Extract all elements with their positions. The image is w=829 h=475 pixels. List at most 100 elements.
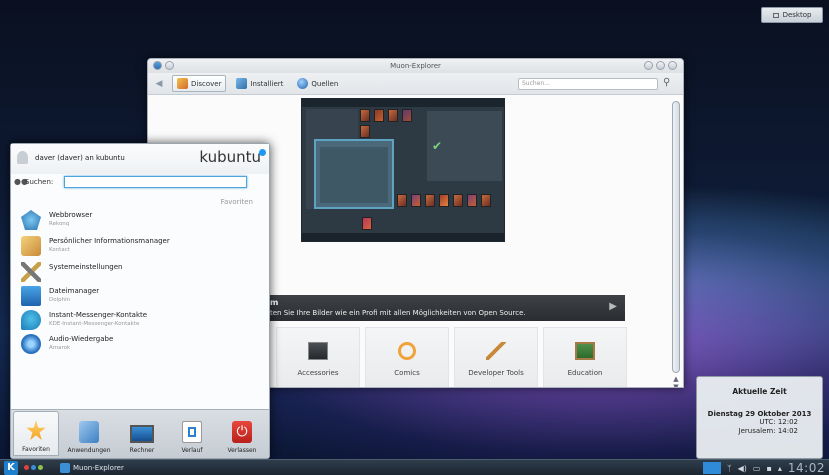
window-menu-icon[interactable] — [153, 61, 162, 70]
close-button[interactable] — [668, 61, 677, 70]
favorite-audio[interactable]: Audio-Wiedergabe Amarok — [21, 332, 261, 358]
history-icon — [182, 421, 202, 443]
category-label: Accessories — [297, 368, 339, 377]
favorite-pim[interactable]: Persönlicher Informationsmanager Kontact — [21, 234, 261, 260]
installed-button[interactable]: Installiert — [232, 76, 287, 91]
battery-icon[interactable]: ▭ — [753, 464, 761, 473]
item-title: Webbrowser — [49, 211, 93, 219]
tab-label: Verlassen — [227, 447, 257, 454]
desktop-button-label: Desktop — [782, 11, 812, 19]
taskbar-clock[interactable]: 14:02 — [788, 461, 825, 475]
minimize-button[interactable] — [644, 61, 653, 70]
developer-tools-icon — [486, 341, 506, 360]
item-title: Systemeinstellungen — [49, 263, 123, 271]
webbrowser-icon — [21, 210, 41, 230]
scrollbar-thumb[interactable] — [672, 101, 680, 373]
kubuntu-logo-icon — [259, 149, 266, 156]
banner-title: m — [270, 298, 279, 307]
sources-button[interactable]: Quellen — [293, 76, 342, 91]
applications-icon — [79, 421, 99, 443]
vertical-scrollbar[interactable]: ▲ ▼ — [671, 97, 681, 387]
tab-leave[interactable]: ⏻ Verlassen — [219, 411, 265, 456]
clock-jerusalem: Jerusalem: 14:02 — [738, 427, 798, 435]
maximize-button[interactable] — [656, 61, 665, 70]
kickoff-header: daver (daver) an kubuntu kubuntu — [11, 144, 269, 174]
installed-icon — [236, 78, 248, 89]
clock-popup: Aktuelle Zeit Dienstag 29 Oktober 2013 U… — [696, 376, 823, 459]
pin-icon[interactable] — [165, 61, 174, 70]
favorite-filemanager[interactable]: Dateimanager Dolphin — [21, 284, 261, 310]
tab-history[interactable]: Verlauf — [169, 411, 215, 456]
tab-favorites[interactable]: Favoriten — [13, 411, 59, 456]
system-tray: ᛉ ◀) ▭ ▪ ▴ 14:02 — [702, 460, 825, 475]
activities-icon[interactable] — [24, 465, 43, 470]
category-comics[interactable]: Comics — [365, 327, 449, 387]
favorite-messenger[interactable]: Instant-Messenger-Kontakte KDE-Instant-M… — [21, 308, 261, 334]
tab-label: Favoriten — [22, 446, 50, 453]
category-developer-tools[interactable]: Developer Tools — [454, 327, 538, 387]
sources-label: Quellen — [311, 79, 339, 88]
banner-next-icon[interactable]: ▶ — [609, 301, 617, 312]
scroll-up-icon[interactable]: ▲ — [671, 375, 681, 383]
discover-label: Discover — [191, 79, 222, 88]
kde-launcher-icon[interactable]: K — [4, 461, 18, 475]
tray-arrow-icon[interactable]: ▴ — [778, 464, 782, 473]
clipboard-icon[interactable]: ▪ — [766, 464, 771, 473]
muon-search-input[interactable]: Suchen... — [518, 78, 658, 90]
tab-applications[interactable]: Anwendungen — [63, 411, 115, 456]
category-label: Developer Tools — [468, 368, 524, 377]
featured-banner[interactable]: m ten Sie Ihre Bilder wie ein Profi mit … — [265, 295, 625, 321]
banner-text: ten Sie Ihre Bilder wie ein Profi mit al… — [270, 309, 526, 317]
taskbar: K Muon-Explorer ᛉ ◀) ▭ ▪ ▴ 14:02 — [0, 459, 829, 475]
featured-screenshot[interactable]: ✔ — [301, 98, 505, 242]
audio-icon — [21, 334, 41, 354]
category-accessories[interactable]: Accessories — [276, 327, 360, 387]
messenger-icon — [21, 310, 41, 330]
item-title: Dateimanager — [49, 287, 100, 295]
window-title: Muon-Explorer — [390, 62, 441, 70]
favorites-title: Favoriten — [220, 198, 253, 206]
tab-label: Rechner — [129, 447, 155, 454]
item-title: Persönlicher Informationsmanager — [49, 237, 170, 245]
muon-toolbar: ◀ Discover Installiert Quellen Suchen...… — [148, 73, 683, 95]
scroll-down-icon[interactable]: ▼ — [671, 383, 681, 387]
education-icon — [575, 341, 595, 360]
discover-button[interactable]: Discover — [172, 75, 227, 92]
item-subtitle: KDE-Instant-Messenger-Kontakte — [49, 321, 140, 327]
volume-icon[interactable]: ◀) — [738, 464, 747, 473]
user-name: daver (daver) an kubuntu — [35, 154, 125, 162]
favorite-webbrowser[interactable]: Webbrowser Rekonq — [21, 208, 261, 234]
favorite-settings[interactable]: Systemeinstellungen — [21, 260, 261, 286]
discover-icon — [177, 78, 188, 89]
kickoff-search-input[interactable] — [64, 176, 247, 188]
search-icon[interactable]: ⚲ — [663, 77, 677, 91]
tab-label: Anwendungen — [67, 447, 111, 454]
desktop-button[interactable]: Desktop — [761, 7, 823, 23]
taskbar-task-muon[interactable]: Muon-Explorer — [60, 461, 150, 475]
category-education[interactable]: Education — [543, 327, 627, 387]
clock-title: Aktuelle Zeit — [732, 387, 787, 396]
tab-computer[interactable]: Rechner — [119, 411, 165, 456]
window-titlebar[interactable]: Muon-Explorer — [148, 59, 683, 73]
sources-icon — [297, 78, 309, 89]
installed-label: Installiert — [250, 79, 284, 88]
pager-icon[interactable] — [702, 462, 721, 474]
item-subtitle: Kontact — [49, 247, 70, 253]
network-icon[interactable]: ᛉ — [727, 464, 732, 473]
binoculars-icon: ●● — [14, 177, 28, 186]
filemanager-icon — [21, 286, 41, 306]
item-title: Audio-Wiedergabe — [49, 335, 114, 343]
settings-icon — [21, 262, 41, 282]
tab-label: Verlauf — [181, 447, 203, 454]
clock-utc: UTC: 12:02 — [759, 418, 798, 426]
muon-icon — [60, 463, 70, 473]
search-label: Suchen: — [25, 178, 54, 186]
desktop-icon — [772, 12, 779, 18]
computer-icon — [130, 425, 154, 443]
kickoff-tabs: Favoriten Anwendungen Rechner Verlauf ⏻ … — [11, 409, 269, 458]
task-label: Muon-Explorer — [73, 464, 124, 472]
kickoff-menu: daver (daver) an kubuntu kubuntu ●● Such… — [10, 143, 270, 459]
item-subtitle: Amarok — [49, 345, 71, 351]
item-subtitle: Dolphin — [49, 297, 71, 303]
back-arrow-icon[interactable]: ◀ — [152, 77, 166, 91]
